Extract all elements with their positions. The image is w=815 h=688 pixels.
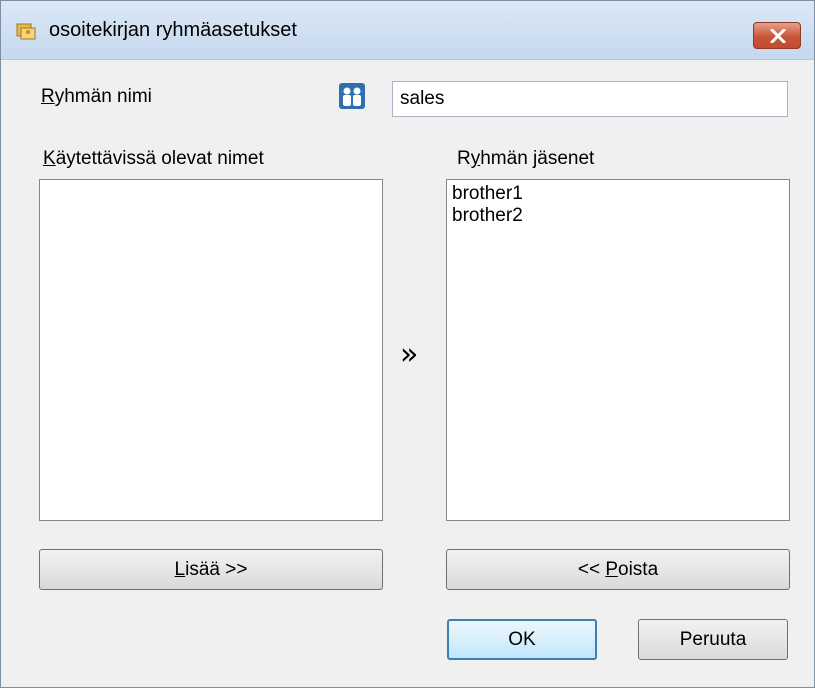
dialog-content: Ryhmän nimi Käytettävissä olevat nimet R… [5, 60, 810, 683]
group-members-list[interactable]: brother1 brother2 [446, 179, 790, 521]
remove-button[interactable]: << Poista [446, 549, 790, 590]
group-name-label: Ryhmän nimi [41, 86, 152, 107]
close-button[interactable] [753, 22, 801, 49]
group-name-input[interactable] [392, 81, 788, 117]
available-names-list[interactable] [39, 179, 383, 521]
available-names-label: Käytettävissä olevat nimet [43, 148, 264, 169]
dialog-window: osoitekirjan ryhmäasetukset Ryhmän nimi … [0, 0, 815, 688]
add-button[interactable]: Lisää >> [39, 549, 383, 590]
people-icon[interactable] [339, 83, 365, 109]
group-members-label: Ryhmän jäsenet [457, 148, 595, 169]
list-item[interactable]: brother1 [452, 183, 784, 205]
close-x-icon [770, 29, 786, 43]
window-title: osoitekirjan ryhmäasetukset [49, 19, 297, 41]
cancel-button[interactable]: Peruuta [638, 619, 788, 660]
address-book-icon [16, 22, 36, 40]
list-item[interactable]: brother2 [452, 205, 784, 227]
title-bar[interactable]: osoitekirjan ryhmäasetukset [1, 1, 814, 60]
double-chevron-right-icon: » [400, 337, 419, 372]
ok-button[interactable]: OK [447, 619, 597, 660]
